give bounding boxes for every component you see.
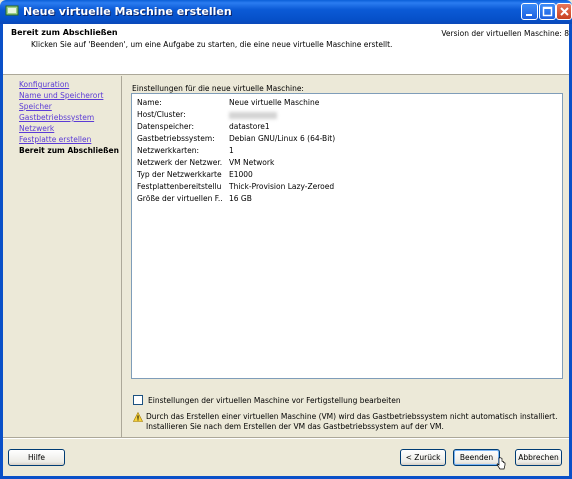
summary-key: Datenspeicher: [137, 122, 195, 131]
summary-key: Netzwerk der Netzwer... [137, 158, 222, 167]
summary-key: Typ der Netzwerkkarte... [137, 170, 222, 179]
summary-key: Größe der virtuellen F... [137, 194, 222, 203]
summary-value: Debian GNU/Linux 6 (64-Bit) [229, 134, 336, 143]
help-button[interactable]: Hilfe [8, 449, 65, 466]
edit-settings-checkbox-label[interactable]: Einstellungen der virtuellen Maschine vo… [148, 396, 401, 405]
summary-value: 16 GB [229, 194, 252, 203]
summary-key: Netzwerkkarten: [137, 146, 200, 155]
summary-label: Einstellungen für die neue virtuelle Mas… [132, 84, 304, 93]
summary-value: 1 [229, 146, 234, 155]
page-title: Bereit zum Abschließen [11, 28, 118, 37]
summary-key: Festplattenbereitstellu... [137, 182, 222, 191]
back-button[interactable]: < Zurück [400, 449, 446, 466]
nav-step-festplatte-erstellen[interactable]: Festplatte erstellen [19, 135, 91, 144]
mouse-cursor-icon [496, 457, 506, 470]
page-subtitle: Klicken Sie auf 'Beenden', um eine Aufga… [31, 40, 393, 49]
close-icon [560, 7, 569, 16]
summary-value-redacted [229, 110, 277, 119]
nav-step-netzwerk[interactable]: Netzwerk [19, 124, 54, 133]
vm-icon [5, 5, 19, 16]
maximize-button[interactable] [539, 3, 556, 20]
vm-version-label: Version der virtuellen Maschine: 8 [441, 29, 569, 38]
cancel-button[interactable]: Abbrechen [515, 449, 562, 466]
nav-step-name-und-speicherort[interactable]: Name und Speicherort [19, 91, 103, 100]
nav-step-konfiguration[interactable]: Konfiguration [19, 80, 69, 89]
summary-box: Name: Neue virtuelle Maschine Host/Clust… [131, 93, 563, 379]
title-bar[interactable]: Neue virtuelle Maschine erstellen [0, 0, 572, 24]
close-button[interactable] [556, 3, 572, 20]
minimize-icon [526, 14, 532, 16]
summary-value: Thick-Provision Lazy-Zeroed [229, 182, 335, 191]
warning-icon [133, 412, 143, 422]
summary-key: Name: [137, 98, 162, 107]
summary-value: Neue virtuelle Maschine [229, 98, 320, 107]
nav-step-gastbetriebssystem[interactable]: Gastbetriebssystem [19, 113, 94, 122]
nav-step-speicher[interactable]: Speicher [19, 102, 52, 111]
summary-key: Gastbetriebssystem: [137, 134, 215, 143]
wizard-steps-nav: Konfiguration Name und Speicherort Speic… [3, 76, 122, 438]
window-title: Neue virtuelle Maschine erstellen [23, 5, 232, 18]
minimize-button[interactable] [521, 3, 538, 20]
nav-step-bereit-zum-abschliessen: Bereit zum Abschließen [19, 146, 119, 155]
maximize-icon [542, 6, 553, 17]
finish-button[interactable]: Beenden [453, 449, 500, 466]
summary-value: VM Network [229, 158, 275, 167]
guest-os-warning: Durch das Erstellen einer virtuellen Mas… [146, 412, 558, 431]
summary-key: Host/Cluster: [137, 110, 186, 119]
redacted-host [229, 111, 277, 119]
summary-value: datastore1 [229, 122, 270, 131]
edit-settings-checkbox[interactable] [133, 395, 143, 405]
wizard-header: Bereit zum Abschließen Klicken Sie auf '… [3, 24, 569, 75]
summary-value: E1000 [229, 170, 253, 179]
